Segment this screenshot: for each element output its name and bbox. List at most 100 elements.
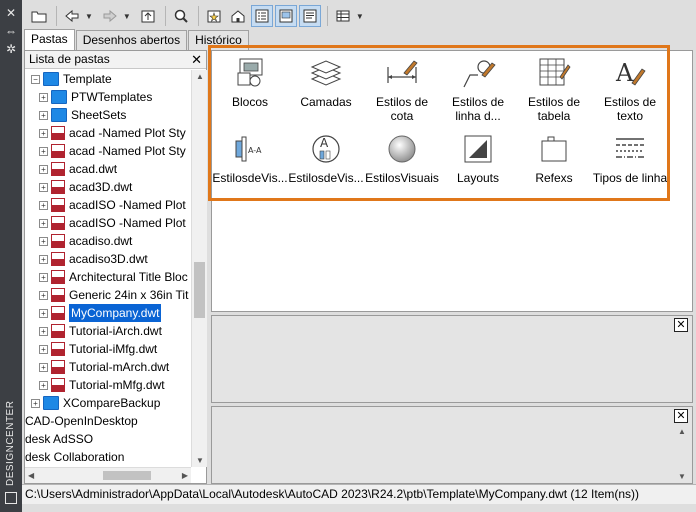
forward-arrow-icon[interactable] <box>99 5 121 27</box>
svg-text:A: A <box>615 59 634 87</box>
grid-item-layouts[interactable]: Layouts <box>440 131 516 185</box>
tree-item[interactable]: + Tutorial-mArch.dwt <box>39 358 169 376</box>
up-folder-icon[interactable] <box>137 5 159 27</box>
close-icon[interactable]: ✕ <box>191 51 202 68</box>
expand-icon[interactable]: + <box>39 92 48 102</box>
expand-icon[interactable]: + <box>39 326 48 336</box>
tree-item[interactable]: + SheetSets <box>39 106 126 124</box>
tab-desenhos-abertos[interactable]: Desenhos abertos <box>75 30 188 50</box>
description-toggle-icon[interactable] <box>298 5 321 27</box>
toolbar-divider <box>164 6 166 26</box>
toolbar-divider <box>326 6 328 26</box>
expand-icon[interactable]: + <box>39 272 48 282</box>
autohide-icon[interactable]: ⇔ <box>4 24 18 38</box>
scroll-right-icon[interactable]: ▶ <box>182 471 188 480</box>
tree-item[interactable]: desk Collaboration <box>25 448 124 466</box>
expand-icon[interactable]: + <box>39 128 48 138</box>
grid-item-estilos-de-visualizacao-a[interactable]: A-A EstilosdeVis... <box>212 131 288 185</box>
expand-icon[interactable]: + <box>39 218 48 228</box>
properties-gear-icon[interactable]: ✲ <box>4 42 18 56</box>
expand-icon[interactable]: + <box>39 308 48 318</box>
grid-item-estilos-de-texto[interactable]: A Estilos de texto <box>592 55 668 123</box>
tree-view-toggle-icon[interactable] <box>250 5 273 27</box>
expand-icon[interactable]: + <box>39 362 48 372</box>
expand-icon[interactable]: + <box>39 146 48 156</box>
tree-item[interactable]: + Tutorial-iArch.dwt <box>39 322 162 340</box>
scroll-thumb[interactable] <box>194 262 205 318</box>
home-icon[interactable] <box>227 5 249 27</box>
preview-pane: ✕ <box>211 315 693 403</box>
tree-item[interactable]: CAD-OpenInDesktop <box>25 412 138 430</box>
preview-toggle-icon[interactable] <box>274 5 297 27</box>
dwt-file-icon <box>51 360 65 374</box>
tree-item[interactable]: + acadiso.dwt <box>39 232 132 250</box>
folder-icon <box>51 108 67 122</box>
grid-item-estilos-de-linha[interactable]: Estilos de linha d... <box>440 55 516 123</box>
tree-item-template[interactable]: − Template <box>31 70 112 88</box>
tree-item[interactable]: + acad -Named Plot Sty <box>39 124 186 142</box>
vertical-scrollbar[interactable]: ▲ ▼ <box>191 70 207 467</box>
tree-item[interactable]: + acadISO -Named Plot <box>39 214 186 232</box>
scroll-down-icon[interactable]: ▼ <box>196 456 204 465</box>
scroll-up-icon[interactable]: ▲ <box>678 427 686 436</box>
tree-item[interactable]: + XCompareBackup <box>31 394 160 412</box>
tree-item[interactable]: + acad.dwt <box>39 160 117 178</box>
dwt-file-icon <box>51 234 65 248</box>
search-icon[interactable] <box>170 5 192 27</box>
tree-item[interactable]: + acadISO -Named Plot <box>39 196 186 214</box>
tree-item-selected[interactable]: + MyCompany.dwt <box>39 304 162 322</box>
tree-item[interactable]: desk AdSSO <box>25 430 93 448</box>
blocks-icon <box>237 58 263 87</box>
expand-icon[interactable]: + <box>39 236 48 246</box>
grid-item-estilos-visuais[interactable]: EstilosVisuais <box>364 131 440 185</box>
close-palette-icon[interactable]: ✕ <box>4 6 18 20</box>
grid-item-tipos-de-linha[interactable]: Tipos de linha <box>592 131 668 185</box>
grid-item-refexs[interactable]: Refexs <box>516 131 592 185</box>
tree-item[interactable]: + Architectural Title Bloc <box>39 268 188 286</box>
multileader-styles-icon <box>463 60 496 88</box>
tab-pastas[interactable]: Pastas <box>24 29 75 50</box>
expand-icon[interactable]: + <box>39 164 48 174</box>
tree-item[interactable]: + Tutorial-iMfg.dwt <box>39 340 157 358</box>
collapse-icon[interactable]: − <box>31 74 40 84</box>
dwt-file-icon <box>51 342 65 356</box>
expand-icon[interactable]: + <box>31 398 40 408</box>
tree-item[interactable]: + acad3D.dwt <box>39 178 132 196</box>
expand-icon[interactable]: + <box>39 110 48 120</box>
scroll-up-icon[interactable]: ▲ <box>196 72 204 81</box>
close-description-icon[interactable]: ✕ <box>674 409 688 423</box>
palette-menu-icon[interactable] <box>5 492 17 504</box>
tree-item[interactable]: + acad -Named Plot Sty <box>39 142 186 160</box>
expand-icon[interactable]: + <box>39 182 48 192</box>
expand-icon[interactable]: + <box>39 254 48 264</box>
tab-historico[interactable]: Histórico <box>188 30 249 50</box>
forward-dropdown-icon[interactable]: ▼ <box>123 12 131 21</box>
views-icon[interactable] <box>332 5 354 27</box>
description-scrollbar[interactable]: ▲ ▼ <box>675 427 689 481</box>
palette-title: DESIGNCENTER <box>5 400 16 486</box>
expand-icon[interactable]: + <box>39 344 48 354</box>
grid-item-estilos-de-cota[interactable]: Estilos de cota <box>364 55 440 123</box>
grid-item-camadas[interactable]: Camadas <box>288 55 364 109</box>
close-preview-icon[interactable]: ✕ <box>674 318 688 332</box>
grid-item-estilos-de-tabela[interactable]: Estilos de tabela <box>516 55 592 123</box>
tree-item[interactable]: + Generic 24in x 36in Tit <box>39 286 188 304</box>
tree-item[interactable]: + acadiso3D.dwt <box>39 250 148 268</box>
horizontal-scrollbar[interactable]: ◀ ▶ <box>25 467 191 483</box>
scroll-down-icon[interactable]: ▼ <box>678 472 686 481</box>
load-folder-icon[interactable] <box>28 5 50 27</box>
expand-icon[interactable]: + <box>39 200 48 210</box>
designcenter-strip: ✕ ⇔ ✲ DESIGNCENTER <box>0 0 22 512</box>
views-dropdown-icon[interactable]: ▼ <box>356 12 364 21</box>
back-arrow-icon[interactable] <box>61 5 83 27</box>
back-dropdown-icon[interactable]: ▼ <box>85 12 93 21</box>
scroll-left-icon[interactable]: ◀ <box>28 471 34 480</box>
scroll-thumb[interactable] <box>103 471 151 480</box>
expand-icon[interactable]: + <box>39 380 48 390</box>
grid-item-estilos-de-visualizacao-b[interactable]: A EstilosdeVis... <box>288 131 364 185</box>
expand-icon[interactable]: + <box>39 290 48 300</box>
tree-item[interactable]: + PTWTemplates <box>39 88 152 106</box>
grid-item-blocos[interactable]: Blocos <box>212 55 288 109</box>
tree-item[interactable]: + Tutorial-mMfg.dwt <box>39 376 165 394</box>
favorites-icon[interactable] <box>203 5 225 27</box>
